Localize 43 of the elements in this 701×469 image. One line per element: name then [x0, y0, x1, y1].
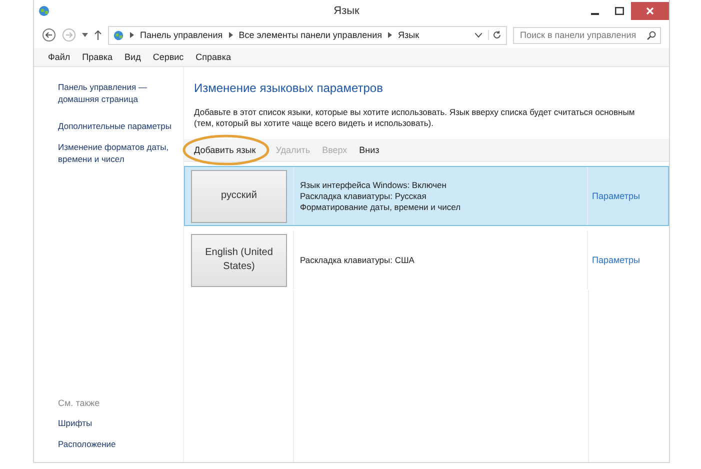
close-button[interactable]	[631, 2, 669, 20]
options-link[interactable]: Параметры	[592, 255, 640, 265]
menu-item[interactable]: Вид	[118, 52, 147, 62]
section-label: См. также	[58, 398, 101, 408]
language-row[interactable]: русский Язык интерфейса Windows: Включен Раскладка клавиатуры: Русская Форматирование даты, времени и чисел Параметры	[184, 166, 669, 226]
search-icon	[647, 30, 656, 40]
description-text: Добавьте в этот список языки, которые вы хотите использовать. Язык вверху списка будет считаться основным (тем, который вы хотите чаще всего видеть и использовать).	[194, 107, 636, 129]
language-detail: Раскладка клавиатуры: Русская	[300, 190, 428, 202]
search-field[interactable]: Поиск в панели управления	[513, 26, 661, 44]
menu-item[interactable]: Файл	[42, 52, 76, 62]
chevron-icon	[130, 32, 134, 38]
language-detail: Раскладка клавиатуры: США	[300, 254, 416, 266]
language-detail: Форматирование даты, времени и чисел	[300, 202, 462, 212]
dropdown-icon[interactable]	[475, 32, 482, 38]
globe-icon	[113, 30, 124, 40]
breadcrumb-item[interactable]: Все элементы панели управления	[238, 30, 382, 40]
toolbar-button[interactable]: Вниз	[353, 145, 386, 155]
page-heading: Изменение языковых параметров	[194, 81, 384, 95]
sidebar-link[interactable]: Расположение	[58, 438, 179, 450]
up-arrow-icon[interactable]	[94, 30, 102, 40]
sidebar-link[interactable]: Дополнительные параметры	[58, 120, 179, 132]
options-link[interactable]: Параметры	[592, 191, 640, 201]
maximize-icon[interactable]	[614, 7, 624, 15]
address-bar[interactable]: Панель управления Все элементы панели управления Язык	[108, 26, 507, 44]
refresh-icon[interactable]	[488, 30, 502, 40]
language-detail: Язык интерфейса Windows: Включен	[300, 180, 448, 190]
sidebar-link[interactable]: Панель управления — домашняя страница	[58, 81, 179, 105]
globe-icon	[38, 5, 50, 17]
chevron-icon	[228, 32, 233, 38]
dropdown-icon[interactable]	[82, 33, 88, 37]
menu-item[interactable]: Справка	[190, 52, 237, 62]
window-title: Язык	[332, 5, 360, 17]
language-button[interactable]: English (United States)	[191, 234, 287, 286]
menu-item[interactable]: Правка	[76, 52, 119, 62]
back-icon[interactable]	[42, 28, 56, 42]
breadcrumb-item[interactable]: Язык	[398, 30, 420, 40]
breadcrumb-item[interactable]: Панель управления	[140, 30, 223, 40]
sidebar-link[interactable]: Шрифты	[58, 417, 179, 429]
close-icon[interactable]	[646, 7, 654, 15]
chevron-icon	[388, 32, 392, 38]
menu-item[interactable]: Сервис	[146, 52, 190, 62]
sidebar-link[interactable]: Изменение форматов даты, времени и чисел	[58, 141, 179, 165]
language-button[interactable]: русский	[191, 170, 287, 222]
